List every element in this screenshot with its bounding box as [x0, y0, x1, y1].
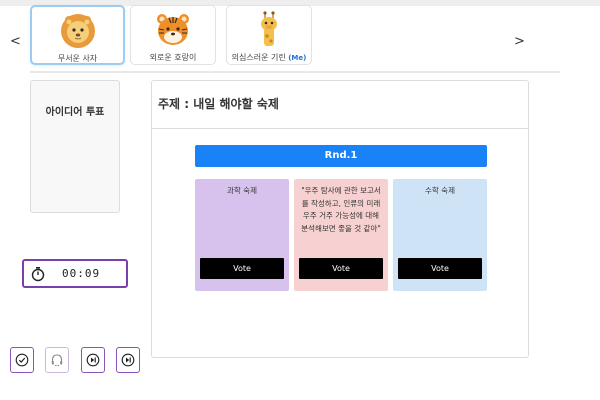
- skip-end-button[interactable]: [116, 347, 140, 373]
- vote-option-card: 과학 숙제 Vote: [195, 179, 289, 291]
- confirm-button[interactable]: [10, 347, 34, 373]
- tiger-avatar-icon: [157, 14, 189, 45]
- idea-vote-panel: 아이디어 투표: [30, 80, 120, 213]
- participant-card-giraffe[interactable]: 의심스러운 기린 (Me): [226, 5, 312, 65]
- prev-participants-button[interactable]: <: [10, 34, 21, 49]
- participant-card-tiger[interactable]: 외로운 호랑이: [130, 5, 216, 65]
- vote-option-text: 과학 숙제: [227, 186, 257, 195]
- participant-name: 무서운 사자: [57, 54, 98, 63]
- vote-main-panel: 주제 : 내일 해야할 숙제 Rnd.1 과학 숙제 Vote "우주 탐사에 …: [151, 80, 529, 358]
- headset-button[interactable]: [45, 347, 69, 373]
- vote-option-text: "우주 탐사에 관한 보고서를 작성하고, 인류의 미래 우주 거주 가능성에 …: [301, 186, 381, 233]
- idea-vote-title: 아이디어 투표: [45, 107, 105, 118]
- vote-option-text: 수학 숙제: [425, 186, 455, 195]
- participant-name-text: 의심스러운 기린: [231, 53, 286, 62]
- lion-avatar-icon: [60, 14, 95, 48]
- participant-card-lion[interactable]: 무서운 사자: [30, 5, 125, 65]
- topic-title: 주제 : 내일 해야할 숙제: [158, 97, 279, 111]
- round-banner: Rnd.1: [195, 145, 487, 167]
- check-circle-icon: [15, 353, 29, 367]
- vote-button[interactable]: Vote: [200, 258, 284, 279]
- vote-option-card: "우주 탐사에 관한 보고서를 작성하고, 인류의 미래 우주 거주 가능성에 …: [294, 179, 388, 291]
- giraffe-avatar-icon: [261, 11, 277, 46]
- participants-divider: [30, 71, 560, 73]
- vote-button[interactable]: Vote: [299, 258, 383, 279]
- participant-name: 외로운 호랑이: [149, 53, 197, 62]
- skip-forward-icon: [86, 353, 100, 367]
- vote-button[interactable]: Vote: [398, 258, 482, 279]
- timer-value: 00:09: [62, 267, 101, 280]
- me-tag: (Me): [288, 54, 307, 62]
- timer: 00:09: [22, 259, 128, 288]
- main-divider: [152, 128, 528, 129]
- skip-forward-button[interactable]: [81, 347, 105, 373]
- next-participants-button[interactable]: >: [514, 34, 525, 49]
- skip-forward-icon: [121, 353, 135, 367]
- stopwatch-icon: [31, 266, 45, 281]
- participant-name: 의심스러운 기린 (Me): [227, 52, 311, 63]
- vote-option-card: 수학 숙제 Vote: [393, 179, 487, 291]
- headset-icon: [51, 354, 63, 367]
